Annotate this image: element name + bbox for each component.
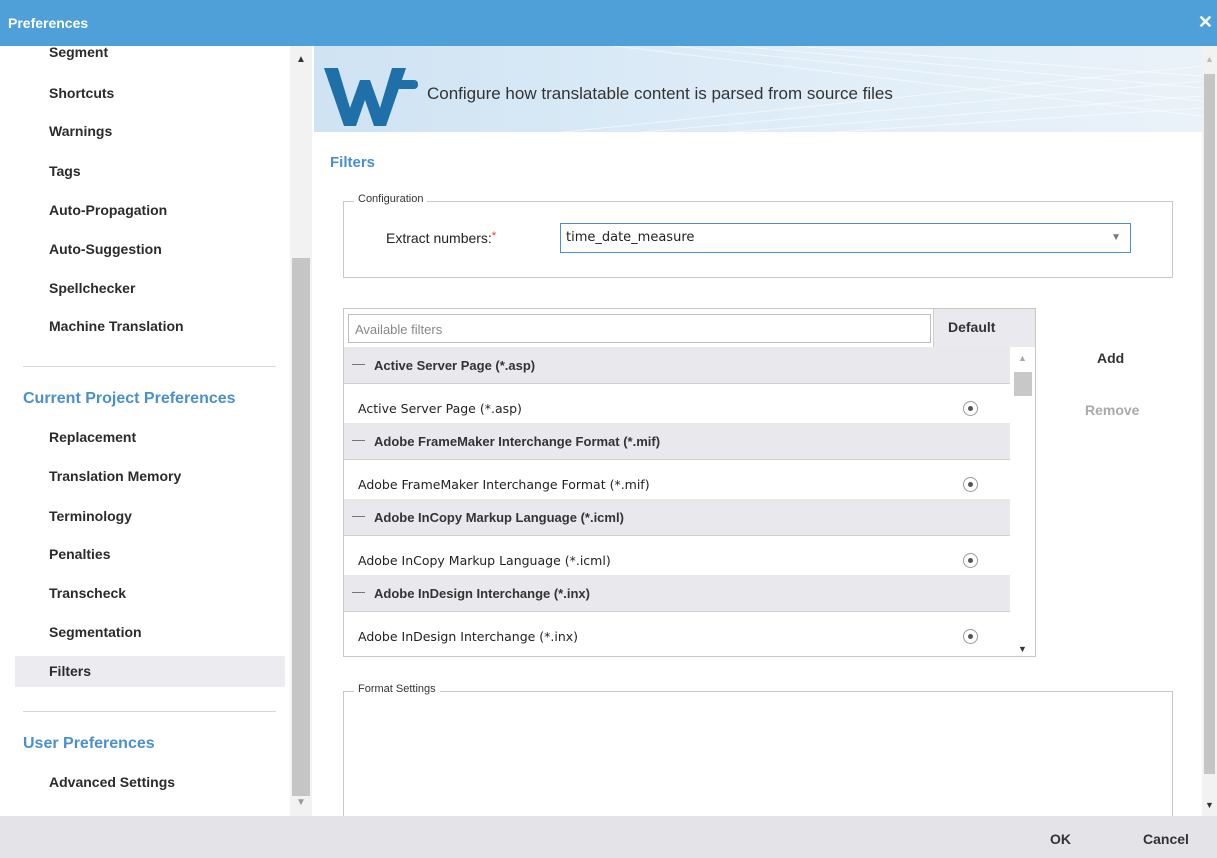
main-scrollbar[interactable]: ▲ ▼: [1202, 46, 1217, 816]
window-title: Preferences: [8, 15, 89, 31]
sidebar-item-advanced-settings[interactable]: Advanced Settings: [49, 774, 175, 790]
collapse-icon[interactable]: —: [352, 584, 365, 599]
default-radio[interactable]: [963, 401, 978, 416]
collapse-icon[interactable]: —: [352, 356, 365, 371]
filters-list-scrollbar[interactable]: ▲ ▼: [1010, 347, 1035, 656]
filter-group-row[interactable]: — Adobe InDesign Interchange (*.inx): [344, 575, 1010, 612]
extract-numbers-value: time_date_measure: [566, 230, 695, 245]
filter-group-label: Adobe InDesign Interchange (*.inx): [374, 586, 590, 601]
scroll-down-icon[interactable]: ▼: [1205, 800, 1214, 810]
filter-item-label: Adobe InCopy Markup Language (*.icml): [358, 553, 611, 568]
configuration-legend: Configuration: [354, 193, 428, 205]
sidebar-item-machine-translation[interactable]: Machine Translation: [49, 318, 184, 334]
section-current-project-preferences: Current Project Preferences: [23, 390, 236, 407]
sidebar-item-penalties[interactable]: Penalties: [49, 546, 110, 562]
filter-item-row[interactable]: Adobe InDesign Interchange (*.inx): [344, 619, 1010, 655]
default-radio[interactable]: [963, 477, 978, 492]
sidebar-item-translation-memory[interactable]: Translation Memory: [49, 468, 181, 484]
footer-bar: OK Cancel: [0, 816, 1217, 858]
page-title: Filters: [330, 154, 376, 171]
sidebar-item-transcheck[interactable]: Transcheck: [49, 585, 126, 601]
default-column-header[interactable]: Default: [933, 309, 1035, 347]
filter-item-label: Adobe InDesign Interchange (*.inx): [358, 629, 579, 644]
scroll-down-icon[interactable]: ▼: [1018, 644, 1027, 654]
banner-heading: Configure how translatable content is pa…: [427, 84, 893, 103]
default-radio[interactable]: [963, 629, 978, 644]
sidebar-divider: [23, 711, 276, 712]
chevron-down-icon[interactable]: ▼: [1111, 232, 1121, 243]
sidebar-item-shortcuts[interactable]: Shortcuts: [49, 85, 114, 101]
sidebar-item-auto-propagation[interactable]: Auto-Propagation: [49, 202, 167, 218]
filter-group-row[interactable]: — Adobe FrameMaker Interchange Format (*…: [344, 423, 1010, 460]
collapse-icon[interactable]: —: [352, 508, 365, 523]
sidebar-item-spellchecker[interactable]: Spellchecker: [49, 280, 135, 296]
available-filters-placeholder: Available filters: [355, 322, 443, 337]
sidebar-item-auto-suggestion[interactable]: Auto-Suggestion: [49, 241, 162, 257]
section-user-preferences: User Preferences: [23, 735, 155, 752]
scroll-down-icon[interactable]: ▼: [296, 797, 306, 808]
banner: Configure how translatable content is pa…: [314, 46, 1202, 132]
sidebar-item-segment[interactable]: Segment: [49, 46, 108, 60]
sidebar-item-replacement[interactable]: Replacement: [49, 429, 136, 445]
extract-numbers-label: Extract numbers:*: [386, 230, 496, 246]
ok-button[interactable]: OK: [1050, 831, 1071, 847]
extract-numbers-text: Extract numbers:: [386, 230, 492, 246]
scroll-up-icon[interactable]: ▲: [1018, 353, 1027, 363]
filter-item-row[interactable]: Active Server Page (*.asp): [344, 391, 1010, 427]
default-header-label: Default: [948, 319, 996, 335]
sidebar-scroll-thumb[interactable]: [292, 258, 310, 796]
extract-numbers-select[interactable]: time_date_measure ▼: [560, 223, 1131, 253]
sidebar-divider: [23, 366, 276, 367]
remove-button[interactable]: Remove: [1085, 402, 1139, 418]
main-panel: Configure how translatable content is pa…: [314, 46, 1217, 816]
filters-list-box: Available filters Default — Active Serve…: [343, 308, 1036, 657]
filter-item-row[interactable]: Adobe FrameMaker Interchange Format (*.m…: [344, 467, 1010, 503]
scroll-up-icon[interactable]: ▲: [1205, 54, 1214, 64]
main-scroll-thumb[interactable]: [1204, 74, 1215, 774]
filters-list: — Active Server Page (*.asp) Active Serv…: [344, 347, 1010, 656]
scroll-up-icon[interactable]: ▲: [296, 54, 306, 65]
filter-item-label: Active Server Page (*.asp): [358, 401, 522, 416]
format-settings-legend: Format Settings: [354, 683, 440, 695]
filters-scroll-thumb[interactable]: [1014, 372, 1032, 396]
wf-logo: [324, 68, 418, 126]
add-button[interactable]: Add: [1097, 350, 1124, 366]
filter-group-label: Adobe InCopy Markup Language (*.icml): [374, 510, 624, 525]
filter-group-row[interactable]: — Adobe InCopy Markup Language (*.icml): [344, 499, 1010, 536]
sidebar-item-segmentation[interactable]: Segmentation: [49, 624, 142, 640]
sidebar-item-tags[interactable]: Tags: [49, 163, 81, 179]
sidebar-scrollbar[interactable]: ▲ ▼: [290, 46, 312, 816]
filter-group-row[interactable]: — Active Server Page (*.asp): [344, 347, 1010, 384]
default-radio[interactable]: [963, 553, 978, 568]
sidebar-item-warnings[interactable]: Warnings: [49, 123, 112, 139]
sidebar-item-terminology[interactable]: Terminology: [49, 508, 132, 524]
close-icon[interactable]: ✕: [1198, 12, 1213, 33]
available-filters-input[interactable]: Available filters: [348, 314, 931, 343]
sidebar-item-filters[interactable]: Filters: [49, 663, 91, 679]
cancel-button[interactable]: Cancel: [1143, 831, 1189, 847]
required-mark: *: [491, 230, 497, 242]
filter-group-label: Adobe FrameMaker Interchange Format (*.m…: [374, 434, 661, 449]
title-bar: Preferences ✕: [0, 0, 1217, 46]
filter-item-row[interactable]: Adobe InCopy Markup Language (*.icml): [344, 543, 1010, 579]
filter-group-label: Active Server Page (*.asp): [374, 358, 536, 373]
sidebar: Segment Shortcuts Warnings Tags Auto-Pro…: [0, 46, 314, 816]
format-settings-group: [343, 691, 1173, 816]
filter-item-label: Adobe FrameMaker Interchange Format (*.m…: [358, 477, 650, 492]
collapse-icon[interactable]: —: [352, 432, 365, 447]
